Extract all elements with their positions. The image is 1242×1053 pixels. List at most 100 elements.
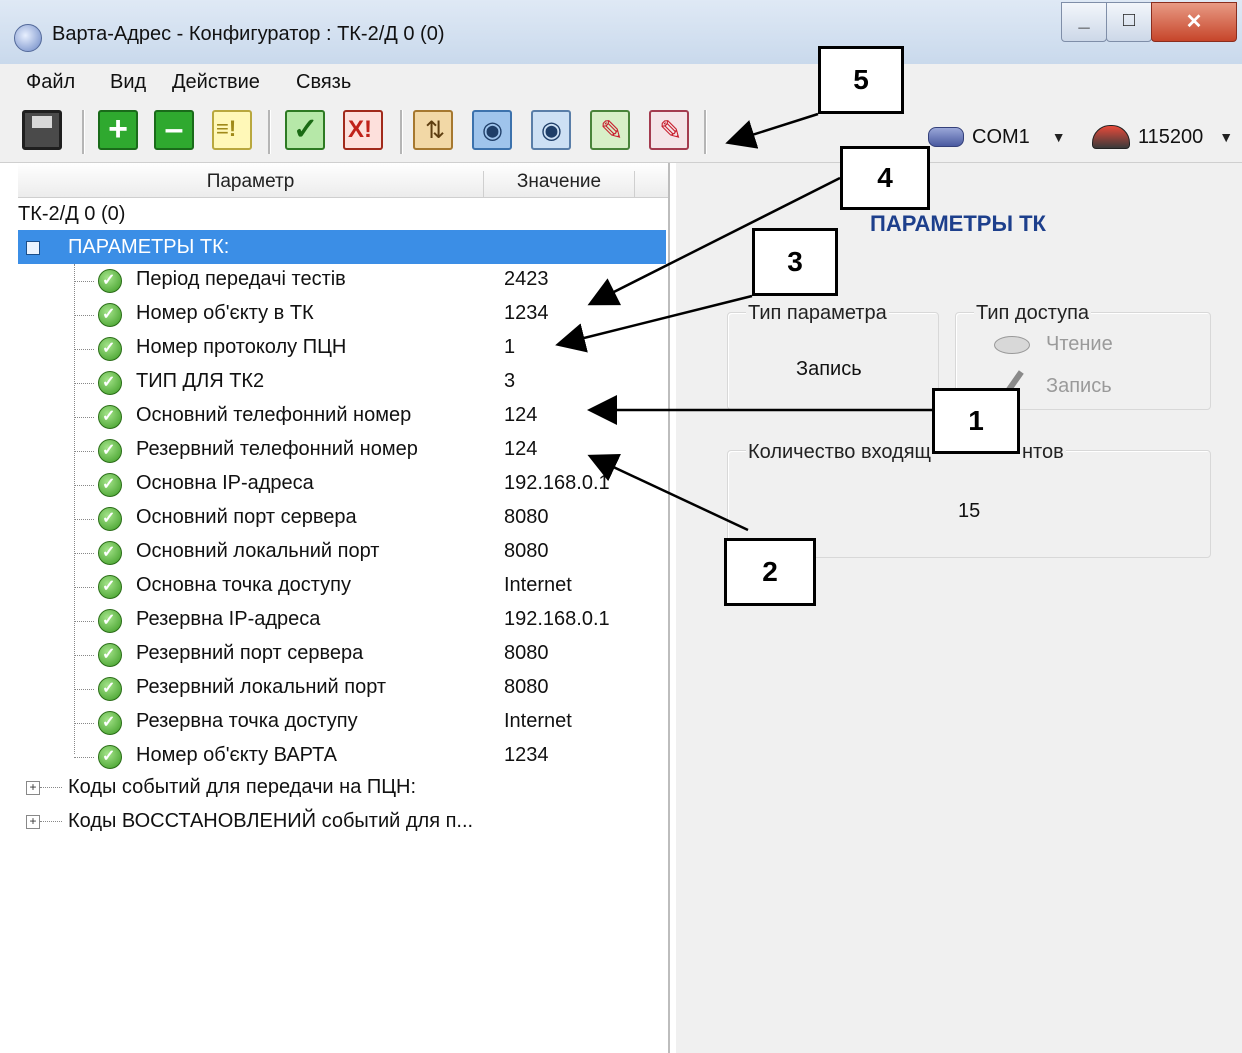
access-write[interactable]: Запись xyxy=(1046,375,1112,398)
param-value: 1234 xyxy=(504,302,549,324)
tree-row[interactable]: Резервна точка доступу Internet xyxy=(74,706,664,740)
minimize-icon: _ xyxy=(1078,9,1090,31)
tree-row[interactable]: Основний порт сервера 8080 xyxy=(74,502,664,536)
tree-row[interactable]: Період передачі тестів 2423 xyxy=(74,264,664,298)
remove-icon[interactable] xyxy=(154,110,194,150)
param-name: Номер об'єкту в ТК xyxy=(136,302,314,324)
add-icon[interactable] xyxy=(98,110,138,150)
error-icon[interactable] xyxy=(343,110,383,150)
menu-connection[interactable]: Связь xyxy=(296,71,351,94)
tree-row[interactable]: Основний локальний порт 8080 xyxy=(74,536,664,570)
param-value: 8080 xyxy=(504,676,549,698)
toolbar-separator xyxy=(82,110,85,154)
param-value: 1234 xyxy=(504,744,549,766)
details-panel xyxy=(676,163,1242,1053)
param-name: Резервний локальний порт xyxy=(136,676,387,698)
read-selected-icon[interactable] xyxy=(531,110,571,150)
close-button[interactable]: ✕ xyxy=(1151,2,1237,42)
param-name: Номер об'єкту ВАРТА xyxy=(136,744,337,766)
menu-view[interactable]: Вид xyxy=(110,71,146,94)
write-device-icon[interactable] xyxy=(590,110,630,150)
count-value: 15 xyxy=(958,500,981,522)
tree-row[interactable]: Резервний локальний порт 8080 xyxy=(74,672,664,706)
list-warning-icon[interactable] xyxy=(212,110,252,150)
param-value: 3 xyxy=(504,370,516,392)
eye-icon xyxy=(994,336,1030,354)
tree-header: Параметр Значение xyxy=(18,163,668,198)
ok-status-icon xyxy=(98,269,122,293)
group-label: Коды событий для передачи на ПЦН: xyxy=(68,776,417,798)
tree-row[interactable]: Основна IP-адреса 192.168.0.1 xyxy=(74,468,664,502)
param-name: Резервна IP-адреса xyxy=(136,608,321,630)
tree-row[interactable]: Номер об'єкту ВАРТА 1234 xyxy=(74,740,664,774)
param-value: 8080 xyxy=(504,540,549,562)
tree-row[interactable]: Номер об'єкту в ТК 1234 xyxy=(74,298,664,332)
tree-row[interactable]: Резервний порт сервера 8080 xyxy=(74,638,664,672)
param-name: Основний локальний порт xyxy=(136,540,380,562)
param-name: Основний телефонний номер xyxy=(136,404,412,426)
header-value[interactable]: Значение xyxy=(484,171,635,197)
save-icon[interactable] xyxy=(22,110,62,150)
ok-status-icon xyxy=(98,337,122,361)
menu-bar: Файл Вид Действие Связь xyxy=(0,64,1242,103)
chevron-down-icon[interactable]: ▼ xyxy=(1219,129,1233,145)
menu-action[interactable]: Действие xyxy=(172,71,260,94)
expand-icon[interactable]: + xyxy=(26,781,40,795)
count-label-right: нтов xyxy=(1020,441,1066,464)
collapse-icon[interactable] xyxy=(26,241,40,255)
param-value: 8080 xyxy=(504,506,549,528)
param-value: 1 xyxy=(504,336,516,358)
details-title: ПАРАМЕТРЫ ТК xyxy=(870,211,1046,236)
port-selector[interactable]: COM1 ▼ xyxy=(928,122,1066,152)
speedometer-icon xyxy=(1092,125,1130,149)
param-value: 2423 xyxy=(504,268,549,290)
baud-selector[interactable]: 115200 ▼ xyxy=(1092,122,1233,152)
expand-icon[interactable]: + xyxy=(26,815,40,829)
callout-2: 2 xyxy=(724,538,816,606)
toolbar-separator xyxy=(400,110,403,154)
read-device-icon[interactable] xyxy=(472,110,512,150)
tree-row[interactable]: Основна точка доступу Internet xyxy=(74,570,664,604)
tree-row[interactable]: Номер протоколу ПЦН 1 xyxy=(74,332,664,366)
check-icon[interactable] xyxy=(285,110,325,150)
param-type-label: Тип параметра xyxy=(746,302,889,325)
tree-row[interactable]: Основний телефонний номер 124 xyxy=(74,400,664,434)
param-type-value: Запись xyxy=(796,358,862,380)
callout-3: 3 xyxy=(752,228,838,296)
maximize-icon: □ xyxy=(1122,9,1136,31)
tree-row[interactable]: Резервний телефонний номер 124 xyxy=(74,434,664,468)
minimize-button[interactable]: _ xyxy=(1061,2,1107,42)
ok-status-icon xyxy=(98,745,122,769)
tree-root[interactable]: ТК-2/Д 0 (0) xyxy=(18,203,125,226)
ok-status-icon xyxy=(98,507,122,531)
callout-4: 4 xyxy=(840,146,930,210)
header-parameter[interactable]: Параметр xyxy=(18,171,484,197)
tree-row[interactable]: Резервна IP-адреса 192.168.0.1 xyxy=(74,604,664,638)
param-name: Резервний телефонний номер xyxy=(136,438,418,460)
close-icon: ✕ xyxy=(1185,11,1203,33)
ok-status-icon xyxy=(98,473,122,497)
chevron-down-icon[interactable]: ▼ xyxy=(1052,129,1066,145)
param-name: ТИП ДЛЯ ТК2 xyxy=(136,370,265,392)
menu-file[interactable]: Файл xyxy=(26,71,75,94)
sync-icon[interactable] xyxy=(413,110,453,150)
ok-status-icon xyxy=(98,575,122,599)
callout-1: 1 xyxy=(932,388,1020,454)
param-value: 8080 xyxy=(504,642,549,664)
write-selected-icon[interactable] xyxy=(649,110,689,150)
param-name: Період передачі тестів xyxy=(136,268,346,290)
serial-port-icon xyxy=(928,127,964,147)
access-type-label: Тип доступа xyxy=(974,302,1092,325)
param-value: 192.168.0.1 xyxy=(504,472,610,494)
ok-status-icon xyxy=(98,541,122,565)
tree-row[interactable]: ТИП ДЛЯ ТК2 3 xyxy=(74,366,664,400)
param-value: 192.168.0.1 xyxy=(504,608,610,630)
section-params-tk[interactable]: ПАРАМЕТРЫ ТК: xyxy=(18,230,666,264)
window-title: Варта-Адрес - Конфигуратор : ТК-2/Д 0 (0… xyxy=(52,23,445,45)
title-bar: Варта-Адрес - Конфигуратор : ТК-2/Д 0 (0… xyxy=(0,0,1242,64)
maximize-button[interactable]: □ xyxy=(1106,2,1152,42)
toolbar-separator xyxy=(268,110,271,154)
param-value: 124 xyxy=(504,404,538,426)
param-name: Резервна точка доступу xyxy=(136,710,358,732)
access-read[interactable]: Чтение xyxy=(1046,333,1113,356)
